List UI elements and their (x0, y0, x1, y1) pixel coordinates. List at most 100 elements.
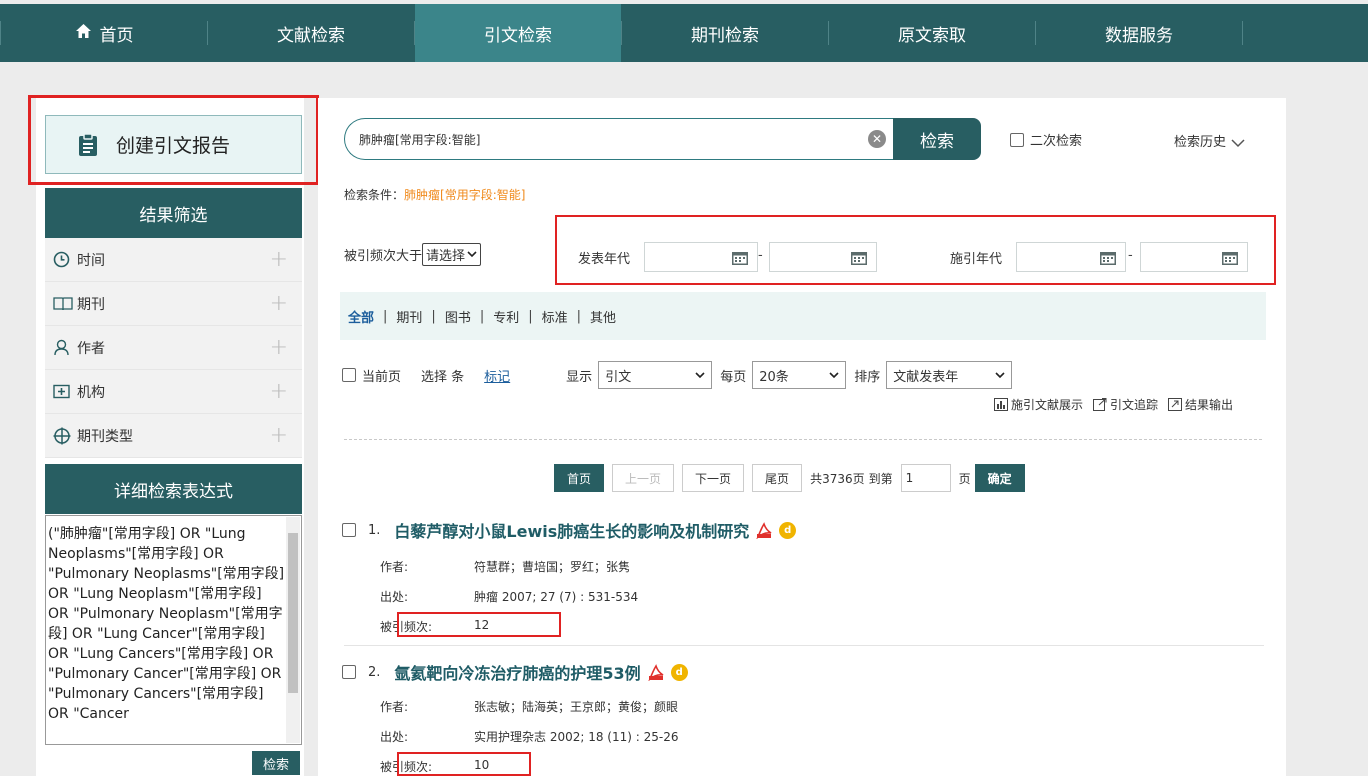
search-input[interactable]: 肺肿瘤[常用字段:智能] ✕ (344, 118, 896, 160)
cited-label: 被引频次: (380, 760, 433, 774)
first-page-button[interactable]: 首页 (554, 464, 605, 492)
expression-search-button[interactable]: 检索 (252, 751, 300, 775)
create-citation-report-button[interactable]: 创建引文报告 (45, 115, 302, 174)
source-label: 出处: (380, 590, 409, 604)
search-history-dropdown[interactable]: 检索历史 (1174, 131, 1246, 150)
book-icon (53, 296, 73, 311)
source-value: 肿瘤 2007; 27 (7) : 531-534 (474, 590, 639, 604)
mark-link[interactable]: 标记 (484, 366, 510, 385)
next-page-button[interactable]: 下一页 (682, 464, 745, 492)
clear-icon[interactable]: ✕ (868, 130, 886, 148)
nav-item-fulltext-request[interactable]: 原文索取 (829, 4, 1035, 62)
current-page-checkbox[interactable] (342, 368, 356, 382)
result-source: 出处: 肿瘤 2007; 27 (7) : 531-534 (380, 588, 638, 605)
filter-panel-title: 结果筛选 (45, 188, 302, 238)
page-number-input[interactable]: 1 (900, 464, 951, 492)
nav-item-literature-search[interactable]: 文献检索 (208, 4, 414, 62)
citation-trace-link[interactable]: 引文追踪 (1093, 396, 1158, 413)
secondary-search-label: 二次检索 (1030, 134, 1083, 149)
chevron-down-icon (467, 251, 477, 258)
prev-page-button[interactable]: 上一页 (612, 464, 675, 492)
search-condition: 检索条件：肺肿瘤[常用字段:智能] (344, 186, 525, 203)
tab-patent[interactable]: 专利 (493, 307, 519, 326)
result-title-link[interactable]: 氩氦靶向冷冻治疗肺癌的护理53例 (394, 660, 640, 684)
result-cited-count: 被引频次: 10 (380, 758, 489, 775)
export-results-link[interactable]: 结果输出 (1168, 396, 1233, 413)
sort-select[interactable]: 文献发表年 (886, 361, 1013, 389)
export-label: 结果输出 (1185, 398, 1234, 412)
result-checkbox[interactable] (342, 523, 356, 537)
frequency-select[interactable]: 请选择 (422, 243, 482, 266)
tab-book[interactable]: 图书 (445, 307, 471, 326)
nav-label: 原文索取 (898, 25, 966, 46)
total-pages: 共3736页 (810, 471, 865, 486)
bar-chart-icon (994, 398, 1008, 411)
nav-item-journal-search[interactable]: 期刊检索 (622, 4, 828, 62)
filter-journal-type[interactable]: 期刊类型 + (45, 414, 302, 458)
result-title-link[interactable]: 白藜芦醇对小鼠Lewis肺癌生长的影响及机制研究 (394, 518, 749, 542)
publish-year-from-input[interactable] (644, 242, 758, 272)
sidebar: 创建引文报告 结果筛选 时间 + 期刊 + 作者 + 机构 + 期刊类型 + 详… (36, 98, 304, 776)
result-item: 1. 白藜芦醇对小鼠Lewis肺癌生长的影响及机制研究 d (342, 518, 797, 542)
last-page-button[interactable]: 尾页 (752, 464, 803, 492)
filter-author[interactable]: 作者 + (45, 326, 302, 370)
scrollbar-thumb[interactable] (288, 533, 298, 693)
citing-year-label: 施引年代 (950, 252, 1003, 267)
filter-time[interactable]: 时间 + (45, 238, 302, 282)
freq-label: 被引频次大于 (344, 249, 423, 264)
nav-item-citation-search[interactable]: 引文检索 (415, 4, 621, 62)
tab-other[interactable]: 其他 (590, 307, 616, 326)
pdf-icon[interactable] (755, 521, 773, 539)
pdf-icon[interactable] (647, 663, 665, 681)
expand-plus-icon[interactable]: + (270, 291, 288, 316)
tab-standard[interactable]: 标准 (542, 307, 568, 326)
sort-label: 排序 (854, 369, 881, 385)
tab-separator: | (431, 308, 436, 324)
nav-item-home[interactable]: 首页 (1, 4, 207, 62)
expand-plus-icon[interactable]: + (270, 423, 288, 448)
expand-plus-icon[interactable]: + (270, 247, 288, 272)
nav-label: 数据服务 (1105, 25, 1173, 46)
confirm-page-button[interactable]: 确定 (974, 464, 1025, 492)
calendar-icon[interactable] (731, 250, 749, 270)
publish-year-to-input[interactable] (769, 242, 877, 272)
nav-item-data-service[interactable]: 数据服务 (1036, 4, 1242, 62)
cited-label: 被引频次: (380, 620, 433, 634)
cited-display-link[interactable]: 施引文献展示 (994, 396, 1083, 413)
result-checkbox[interactable] (342, 665, 356, 679)
expand-plus-icon[interactable]: + (270, 335, 288, 360)
fulltext-d-icon[interactable]: d (670, 663, 688, 681)
calendar-icon[interactable] (1221, 250, 1239, 270)
filter-institution[interactable]: 机构 + (45, 370, 302, 414)
filter-label: 机构 (77, 384, 105, 401)
author-label: 作者: (380, 560, 409, 574)
citing-year-from-input[interactable] (1016, 242, 1126, 272)
tab-separator: | (383, 308, 388, 324)
secondary-search-checkbox[interactable]: 二次检索 (1010, 130, 1082, 149)
display-select[interactable]: 引文 (598, 361, 713, 389)
search-button[interactable]: 检索 (893, 118, 981, 160)
expression-panel-title: 详细检索表达式 (45, 464, 302, 514)
expression-text: ("肺肿瘤"[常用字段] OR "Lung Neoplasms"[常用字段] O… (48, 526, 285, 722)
tab-all[interactable]: 全部 (348, 307, 374, 326)
calendar-icon[interactable] (850, 250, 868, 270)
citing-year-to-input[interactable] (1140, 242, 1248, 272)
per-page-select[interactable]: 20条 (752, 361, 847, 389)
scrollbar[interactable] (286, 517, 300, 743)
source-value: 实用护理杂志 2002; 18 (11) : 25-26 (474, 730, 679, 744)
tab-journal[interactable]: 期刊 (396, 307, 422, 326)
fulltext-d-icon[interactable]: d (779, 521, 797, 539)
filter-journal[interactable]: 期刊 + (45, 282, 302, 326)
nav-label: 期刊检索 (691, 25, 759, 46)
search-expression-textarea[interactable]: ("肺肿瘤"[常用字段] OR "Lung Neoplasms"[常用字段] O… (45, 515, 302, 745)
author-value: 张志敏；陆海英；王京郎；黄俊；颜眼 (474, 700, 679, 714)
result-number: 2. (368, 664, 381, 680)
trace-label: 引文追踪 (1110, 398, 1159, 412)
result-source: 出处: 实用护理杂志 2002; 18 (11) : 25-26 (380, 728, 678, 745)
publish-year-label: 发表年代 (578, 252, 631, 267)
checkbox[interactable] (1010, 132, 1024, 147)
range-dash: - (758, 248, 763, 263)
expand-plus-icon[interactable]: + (270, 379, 288, 404)
calendar-icon[interactable] (1099, 250, 1117, 270)
result-number: 1. (368, 522, 381, 538)
